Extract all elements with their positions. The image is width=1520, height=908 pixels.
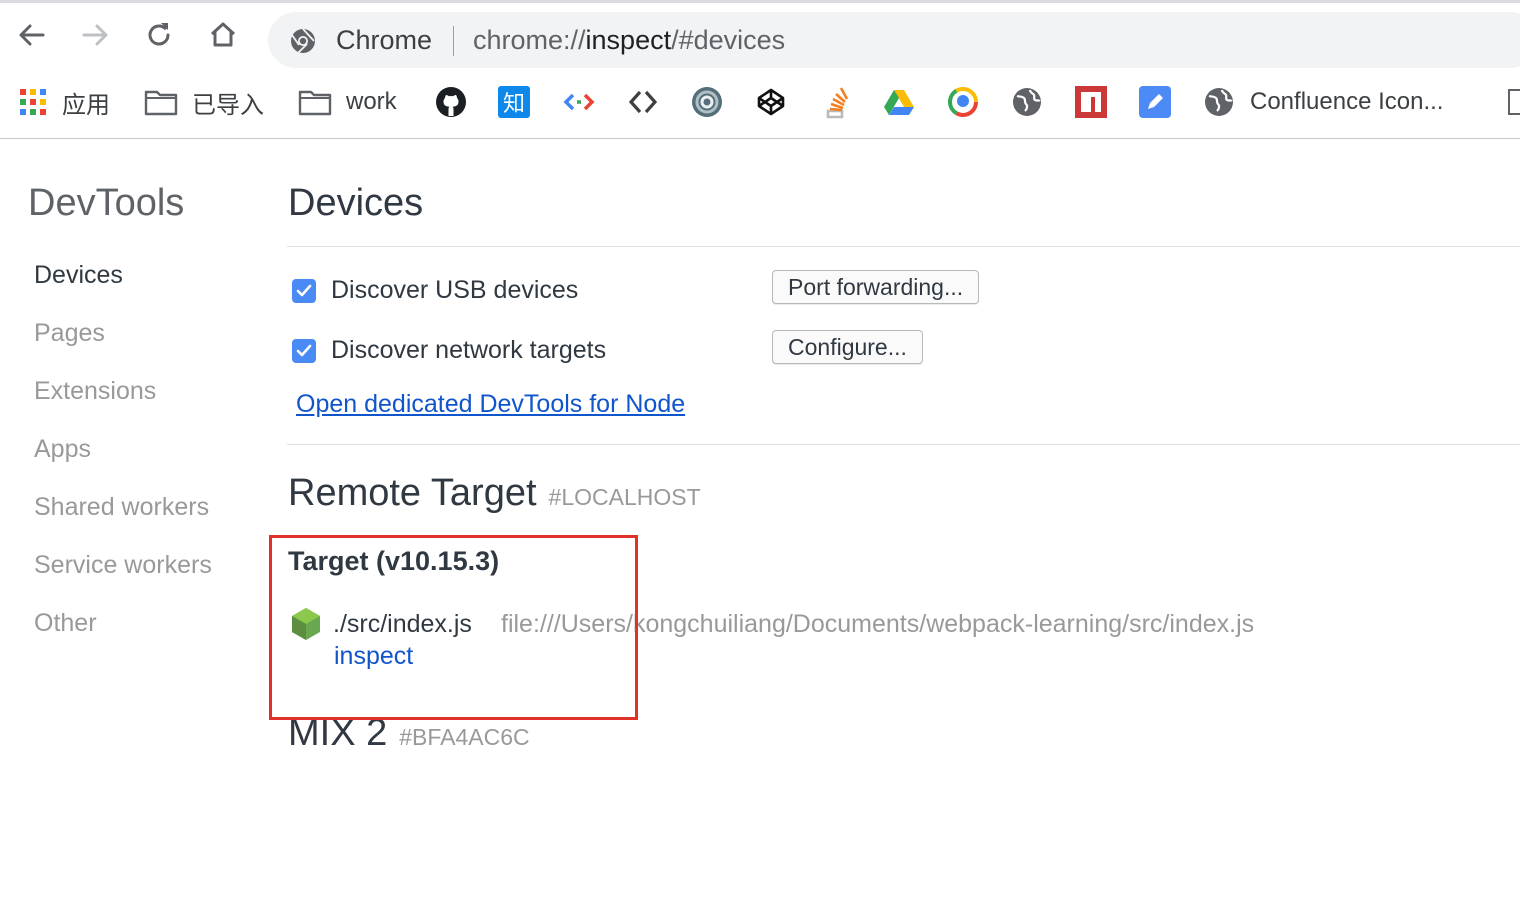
remote-target-id: #LOCALHOST [548, 484, 701, 510]
discover-usb-checkbox[interactable] [292, 278, 316, 303]
apps-grid-icon [16, 85, 50, 119]
nav-item-shared-workers[interactable]: Shared workers [34, 493, 209, 522]
bookmark-confluence[interactable]: Confluence Icon... [1202, 84, 1443, 120]
bookmark-apps[interactable]: 应用 [16, 84, 110, 120]
nav-item-service-workers[interactable]: Service workers [34, 551, 212, 580]
bookmark-label: 应用 [62, 91, 110, 119]
circle-logo-icon [946, 85, 980, 119]
folder-icon [144, 85, 178, 119]
forward-button[interactable] [77, 17, 113, 53]
chrome-logo-icon [291, 28, 315, 54]
code-brackets-icon [562, 85, 596, 119]
checkmark-icon [296, 284, 312, 296]
bookmark-swirl[interactable] [690, 84, 724, 120]
folder-icon [1508, 89, 1520, 115]
bookmark-folder-work[interactable]: work [298, 84, 397, 120]
globe-icon [1010, 85, 1044, 119]
bookmark-google-drive[interactable] [882, 84, 916, 120]
npm-icon [1074, 85, 1108, 119]
discover-network-label: Discover network targets [331, 336, 607, 364]
device-id: #BFA4AC6C [399, 724, 530, 750]
url-host: inspect [585, 25, 672, 55]
google-drive-icon [882, 85, 916, 119]
bookmark-edit-note[interactable] [1138, 84, 1172, 120]
zhihu-icon: 知 [498, 86, 530, 118]
bookmark-globe[interactable] [1010, 84, 1044, 120]
arrow-right-icon [82, 24, 108, 46]
bookmark-stackoverflow[interactable] [818, 84, 852, 120]
bookmark-code[interactable] [562, 84, 596, 120]
divider [287, 444, 1520, 445]
codepen-icon [754, 85, 788, 119]
port-forwarding-button[interactable]: Port forwarding... [772, 270, 980, 304]
nav-item-other[interactable]: Other [34, 609, 97, 638]
bookmark-diamond[interactable] [626, 84, 660, 120]
site-chip: Chrome [336, 25, 433, 55]
bookmarks-bar: 应用 已导入 work 知 Confluence Icon... [0, 70, 1520, 139]
open-node-devtools-link[interactable]: Open dedicated DevTools for Node [296, 390, 685, 419]
nav-item-devices[interactable]: Devices [34, 261, 123, 290]
bookmark-overflow-folder[interactable] [1508, 84, 1520, 120]
nav-item-pages[interactable]: Pages [34, 319, 105, 348]
discover-usb-label: Discover USB devices [331, 276, 579, 304]
nav-item-extensions[interactable]: Extensions [34, 377, 156, 406]
bookmark-github[interactable] [434, 84, 468, 120]
page-title: Devices [288, 182, 424, 224]
address-bar[interactable]: Chrome chrome://inspect/#devices [268, 12, 1520, 68]
bookmark-circle-logo[interactable] [946, 84, 980, 120]
home-icon [210, 22, 236, 47]
globe-icon [1202, 85, 1236, 119]
edit-note-icon [1138, 85, 1172, 119]
bookmark-folder-imported[interactable]: 已导入 [144, 84, 264, 120]
remote-target-title: Remote Target [288, 472, 537, 514]
github-icon [434, 85, 468, 119]
swirl-icon [690, 85, 724, 119]
browser-toolbar: Chrome chrome://inspect/#devices [0, 3, 1520, 69]
sidebar-title: DevTools [28, 182, 185, 224]
back-button[interactable] [14, 17, 50, 53]
divider [287, 246, 1520, 247]
diamond-brackets-icon [626, 85, 660, 119]
folder-icon [298, 85, 332, 119]
nav-item-apps[interactable]: Apps [34, 435, 91, 464]
configure-button[interactable]: Configure... [772, 330, 923, 364]
bookmark-label: 已导入 [192, 91, 264, 119]
url-scheme: chrome:// [473, 25, 586, 55]
highlight-annotation-box [269, 535, 638, 720]
reload-icon [148, 23, 170, 46]
url-text: chrome://inspect/#devices [473, 25, 785, 56]
reload-button[interactable] [141, 17, 177, 53]
bookmark-zhihu[interactable]: 知 [498, 84, 530, 120]
discover-network-row: Discover network targets [292, 336, 606, 365]
home-button[interactable] [205, 17, 241, 53]
bookmark-npm[interactable] [1074, 84, 1108, 120]
remote-target-header: Remote Target #LOCALHOST [288, 472, 701, 515]
checkmark-icon [296, 344, 312, 356]
bookmark-codepen[interactable] [754, 84, 788, 120]
address-separator [453, 26, 454, 56]
bookmark-label: Confluence Icon... [1250, 88, 1444, 115]
discover-usb-row: Discover USB devices [292, 276, 578, 305]
zhihu-glyph: 知 [502, 92, 525, 117]
stackoverflow-icon [818, 85, 852, 119]
arrow-left-icon [19, 24, 45, 46]
discover-network-checkbox[interactable] [292, 338, 316, 363]
url-path: /#devices [671, 25, 786, 55]
bookmark-label: work [346, 88, 397, 115]
